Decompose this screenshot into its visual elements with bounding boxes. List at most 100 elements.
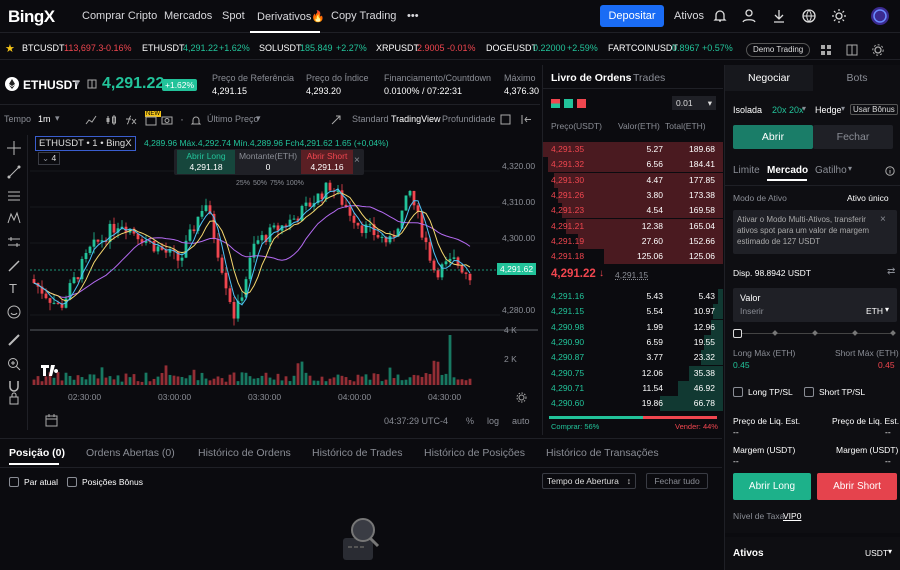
order-type-trigger[interactable]: Gatilho (815, 165, 847, 176)
layout-icon[interactable] (145, 116, 157, 126)
ob-row[interactable]: 4,291.32 6.56 184.41 (543, 157, 723, 173)
pct-25[interactable]: 25% (236, 180, 250, 187)
quick-open-long-button[interactable]: Abrir Long 4,291.18 (177, 150, 235, 174)
bonus-positions-checkbox[interactable] (67, 477, 77, 487)
tab-position-history[interactable]: Histórico de Posições (424, 447, 525, 459)
indicator-count[interactable]: ⌄ 4 (38, 152, 61, 165)
slider-mark[interactable] (890, 330, 896, 336)
ob-view-both-icon[interactable] (551, 99, 560, 108)
text-tool-icon[interactable]: T (9, 281, 17, 296)
trendline-icon[interactable] (7, 165, 21, 179)
fee-level-value[interactable]: VIP0 (783, 511, 801, 521)
deposit-button[interactable]: Depositar (600, 5, 664, 27)
price-type-selector[interactable]: Último Preço (207, 114, 259, 124)
position-mode[interactable]: Hedge (815, 105, 842, 115)
tab-bots[interactable]: Bots (813, 65, 900, 91)
chevron-down-icon[interactable]: ▾ (885, 305, 889, 314)
pct-75[interactable]: 75% (270, 180, 284, 187)
tab-standard[interactable]: Standard (352, 114, 389, 124)
assets-link[interactable]: Ativos (674, 10, 704, 22)
ruler-icon[interactable] (7, 333, 21, 347)
open-long-button[interactable]: Abrir Long (733, 473, 811, 500)
ticker-symbol[interactable]: BTCUSDT (22, 43, 65, 53)
bell-icon[interactable] (712, 8, 728, 24)
chevron-down-icon[interactable]: ▾ (888, 547, 892, 556)
pct-100[interactable]: 100% (286, 180, 304, 187)
open-short-button[interactable]: Abrir Short (817, 473, 897, 500)
tab-trades[interactable]: Trades (633, 72, 665, 84)
ob-step-select[interactable]: 0.01 ▾ (672, 96, 716, 110)
ob-row[interactable]: 4,291.15 5.54 10.97 (543, 304, 723, 320)
tab-open-orders[interactable]: Ordens Abertas (0) (86, 447, 175, 459)
download-icon[interactable] (771, 8, 787, 24)
book-icon[interactable] (87, 79, 97, 89)
sort-select[interactable]: Tempo de Abertura ↕ (542, 473, 636, 489)
long-tpsl-checkbox[interactable] (733, 387, 743, 397)
tab-tradingview[interactable]: TradingView (391, 114, 441, 124)
ob-row[interactable]: 4,290.60 19.86 66.78 (543, 396, 723, 412)
ticker-symbol[interactable]: ETHUSDT (142, 43, 185, 53)
log-scale-toggle[interactable]: log (487, 416, 499, 426)
amount-unit[interactable]: ETH (866, 306, 883, 316)
zoom-in-icon[interactable] (7, 357, 21, 371)
measure-icon[interactable] (7, 235, 21, 249)
sun-icon[interactable] (831, 8, 847, 24)
transfer-icon[interactable]: ⇄ (887, 266, 895, 277)
price-chart[interactable]: 4,320.00 4,310.00 4,300.00 4,280.00 4,29… (30, 135, 538, 430)
nav-spot[interactable]: Spot (222, 10, 245, 22)
chevron-down-icon[interactable]: ▾ (848, 164, 852, 173)
ob-row[interactable]: 4,290.90 6.59 19.55 (543, 334, 723, 350)
crosshair-icon[interactable] (7, 141, 21, 155)
margin-mode[interactable]: Isolada (733, 105, 762, 115)
slider-mark[interactable] (772, 330, 778, 336)
short-tpsl-checkbox[interactable] (804, 387, 814, 397)
layout-icon[interactable] (846, 44, 858, 56)
amount-slider-handle[interactable] (733, 329, 742, 338)
nav-copy-trading[interactable]: Copy Trading (331, 10, 396, 22)
indicator-icon[interactable] (85, 114, 97, 126)
grid-icon[interactable] (820, 44, 832, 56)
amount-placeholder[interactable]: Inserir (740, 306, 764, 316)
ob-row[interactable]: 4,291.35 5.27 189.68 (543, 142, 723, 157)
nav-derivatives[interactable]: Derivativos🔥 (257, 10, 325, 23)
interval-selector[interactable]: 1m (38, 114, 51, 124)
close-icon[interactable]: × (880, 214, 886, 225)
close-all-button[interactable]: Fechar tudo (646, 473, 708, 489)
chevron-down-icon[interactable]: ▾ (841, 104, 845, 113)
candle-type-icon[interactable] (105, 114, 117, 126)
emoji-icon[interactable] (7, 305, 21, 319)
camera-icon[interactable] (161, 114, 173, 126)
quick-amount-field[interactable]: Montante(ETH) 0 (235, 150, 301, 174)
assets-currency[interactable]: USDT (865, 548, 888, 558)
ticker-symbol[interactable]: DOGEUSDT (486, 43, 537, 53)
asset-mode-value[interactable]: Ativo único (847, 193, 889, 203)
order-type-market[interactable]: Mercado (767, 165, 808, 176)
info-icon[interactable] (885, 166, 895, 176)
ob-row[interactable]: 4,291.16 5.43 5.43 (543, 289, 723, 304)
chart-legend-title[interactable]: ETHUSDT • 1 • BingX (35, 136, 136, 151)
ob-row[interactable]: 4,291.23 4.54 169.58 (543, 203, 723, 219)
ob-view-bids-icon[interactable] (564, 99, 573, 108)
chevron-down-icon[interactable]: ▾ (802, 104, 806, 113)
fib-icon[interactable] (7, 189, 21, 203)
globe-icon[interactable] (801, 8, 817, 24)
chevron-down-icon[interactable]: ▾ (55, 113, 60, 124)
ob-view-asks-icon[interactable] (577, 99, 586, 108)
ob-row[interactable]: 4,290.71 11.54 46.92 (543, 380, 723, 396)
chevron-down-icon[interactable]: ▾ (75, 78, 80, 89)
order-type-limit[interactable]: Limite (733, 165, 760, 176)
tab-positions[interactable]: Posição (0) (9, 447, 65, 459)
tab-order-history[interactable]: Histórico de Ordens (198, 447, 291, 459)
ob-row[interactable]: 4,291.18 125.06 125.06 (543, 249, 723, 265)
fx-icon[interactable] (125, 114, 137, 126)
symbol-name[interactable]: ETHUSDT (23, 78, 80, 92)
auto-scale-toggle[interactable]: auto (512, 416, 530, 426)
tab-depth[interactable]: Profundidade (442, 114, 496, 124)
pct-50[interactable]: 50% (253, 180, 267, 187)
slider-mark[interactable] (852, 330, 858, 336)
close-tab-button[interactable]: Fechar (813, 125, 893, 149)
ob-row[interactable]: 4,290.98 1.99 12.96 (543, 319, 723, 335)
calendar-icon[interactable] (45, 414, 58, 427)
current-pair-checkbox[interactable] (9, 477, 19, 487)
ticker-symbol[interactable]: SOLUSDT (259, 43, 302, 53)
